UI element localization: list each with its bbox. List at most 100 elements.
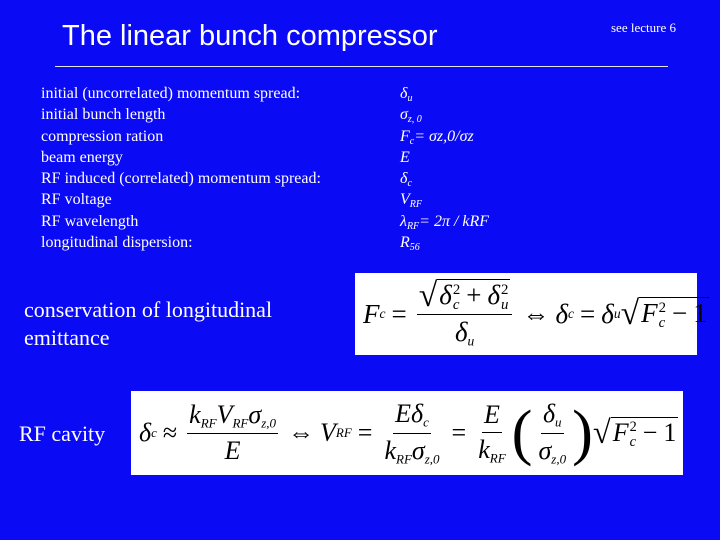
math-glyph: c [658, 314, 666, 331]
math-glyph: c [423, 414, 429, 430]
math-glyph: λ [400, 212, 407, 230]
math-glyph: √ δ 2 c + δ 2 u δu [416, 276, 513, 350]
math-glyph: δ [601, 298, 614, 329]
definition-symbol: λRF= 2π / kRF [400, 211, 489, 232]
math-glyph: = [580, 298, 596, 329]
math-glyph: F [641, 298, 658, 329]
math-glyph: z,0 [261, 415, 277, 431]
math-glyph: u [613, 306, 621, 321]
math-glyph: 1 [693, 298, 707, 329]
math-glyph: k [478, 434, 490, 464]
math-glyph: F [400, 127, 410, 145]
math-glyph: Eδc [393, 399, 431, 434]
rf-cavity-label: RF cavity [19, 421, 106, 446]
math-glyph: F 2 c −1 [610, 416, 679, 450]
emittance-equation: Fc = √ δ 2 c + δ 2 u δu ⇔ δc = δu √ F 2 c −1 [355, 273, 709, 355]
math-glyph: ⇔ [288, 418, 315, 447]
math-glyph: = [391, 298, 407, 329]
math-glyph: RF [489, 450, 506, 466]
math-glyph: kRF [476, 433, 507, 467]
math-glyph: u [407, 93, 413, 104]
math-glyph: k [189, 399, 201, 429]
math-glyph: δ [439, 279, 452, 310]
math-glyph: kRFVRFσz,0 E [187, 399, 279, 467]
math-glyph: = σz,0/σz [414, 127, 474, 145]
math-glyph: √ [418, 276, 438, 314]
math-glyph: ( [511, 397, 533, 467]
math-glyph: 2 [658, 300, 667, 317]
math-glyph: 2 [452, 281, 461, 298]
math-glyph: c [568, 306, 575, 321]
slide: The linear bunch compressor see lecture … [0, 0, 720, 540]
math-glyph: z, 0 [407, 114, 422, 126]
math-glyph: V [320, 418, 336, 447]
math-glyph: ⇔ [522, 298, 550, 329]
math-glyph: = 2π / kRF [419, 212, 490, 230]
math-glyph: − [672, 298, 688, 329]
math-glyph: δ [139, 418, 152, 447]
math-glyph: RF [409, 199, 422, 211]
math-glyph: E [400, 148, 410, 166]
math-glyph: √ [592, 414, 611, 451]
math-glyph: √ F 2 c −1 [621, 297, 709, 331]
slide-title: The linear bunch compressor [62, 20, 438, 52]
definition-symbol: δu [400, 83, 489, 104]
math-glyph: 2 [501, 281, 509, 298]
math-glyph: E kRF [476, 400, 507, 467]
math-glyph: F 2 c −1 [639, 297, 709, 331]
math-glyph: √ δ 2 c + δ 2 u [418, 276, 511, 314]
math-glyph: F [612, 417, 629, 447]
math-glyph: c [379, 306, 386, 321]
math-glyph: V [400, 191, 410, 209]
math-glyph: E [223, 434, 243, 466]
definition-labels: initial (uncorrelated) momentum spread: … [41, 83, 321, 253]
definition-symbols: δu σz, 0 Fc= σz,0/σz E δc VRF λRF= 2π / … [400, 83, 489, 253]
math-glyph: z,0 [551, 451, 567, 467]
math-glyph: RF [406, 220, 420, 232]
definition-label: initial (uncorrelated) momentum spread: [41, 85, 301, 102]
math-glyph: RF [200, 415, 217, 431]
math-glyph: F [363, 298, 380, 329]
math-glyph: δ [555, 298, 569, 329]
math-glyph: kRFσz,0 [382, 434, 441, 468]
math-glyph: = [451, 418, 467, 447]
math-glyph: ) [572, 397, 593, 467]
definition-label: initial bunch length [41, 106, 166, 124]
definition-label: RF induced (correlated) momentum spread: [41, 170, 321, 188]
rf-cavity-equation: δc ≈ kRFVRFσz,0 E ⇔ V RF = Eδc kRFσz,0 = … [131, 391, 683, 475]
math-glyph: z,0 [424, 451, 440, 467]
math-glyph: 2c [659, 301, 666, 331]
math-glyph: 2u [501, 281, 509, 313]
math-glyph: E [395, 398, 412, 428]
math-glyph: 2 [629, 419, 637, 436]
definition-symbol: E [400, 147, 489, 168]
math-glyph: σ [411, 435, 425, 465]
math-glyph: u [555, 414, 562, 430]
lecture-reference: see lecture 6 [611, 20, 676, 35]
math-glyph: σ [248, 399, 262, 429]
math-glyph: RF [232, 415, 249, 431]
definition-symbol: R56 [400, 232, 489, 253]
math-glyph: k [384, 435, 397, 465]
math-glyph: δu [540, 399, 564, 434]
math-glyph: 2c [630, 420, 637, 449]
math-glyph: δu σz,0 [536, 399, 568, 467]
math-glyph: kRFVRFσz,0 [187, 399, 279, 435]
definition-symbol: σz, 0 [400, 104, 489, 125]
definition-symbol: Fc= σz,0/σz [400, 126, 489, 147]
math-glyph: ≈ [162, 418, 178, 447]
math-glyph: √ [620, 295, 640, 333]
math-glyph: 2c [452, 281, 461, 313]
section-label-line: emittance [24, 325, 110, 350]
math-glyph: = [357, 418, 373, 447]
math-glyph: − [642, 417, 658, 447]
math-glyph: u [501, 296, 509, 313]
math-glyph: δ [411, 398, 424, 428]
math-glyph: 56 [409, 242, 420, 254]
math-glyph: δ [454, 317, 468, 348]
definition-label: RF voltage [41, 191, 112, 209]
definition-label: RF wavelength [41, 212, 139, 230]
math-glyph: E [224, 436, 241, 466]
math-glyph: V [216, 399, 233, 429]
emittance-section-label: conservation of longitudinal emittance [24, 296, 272, 352]
